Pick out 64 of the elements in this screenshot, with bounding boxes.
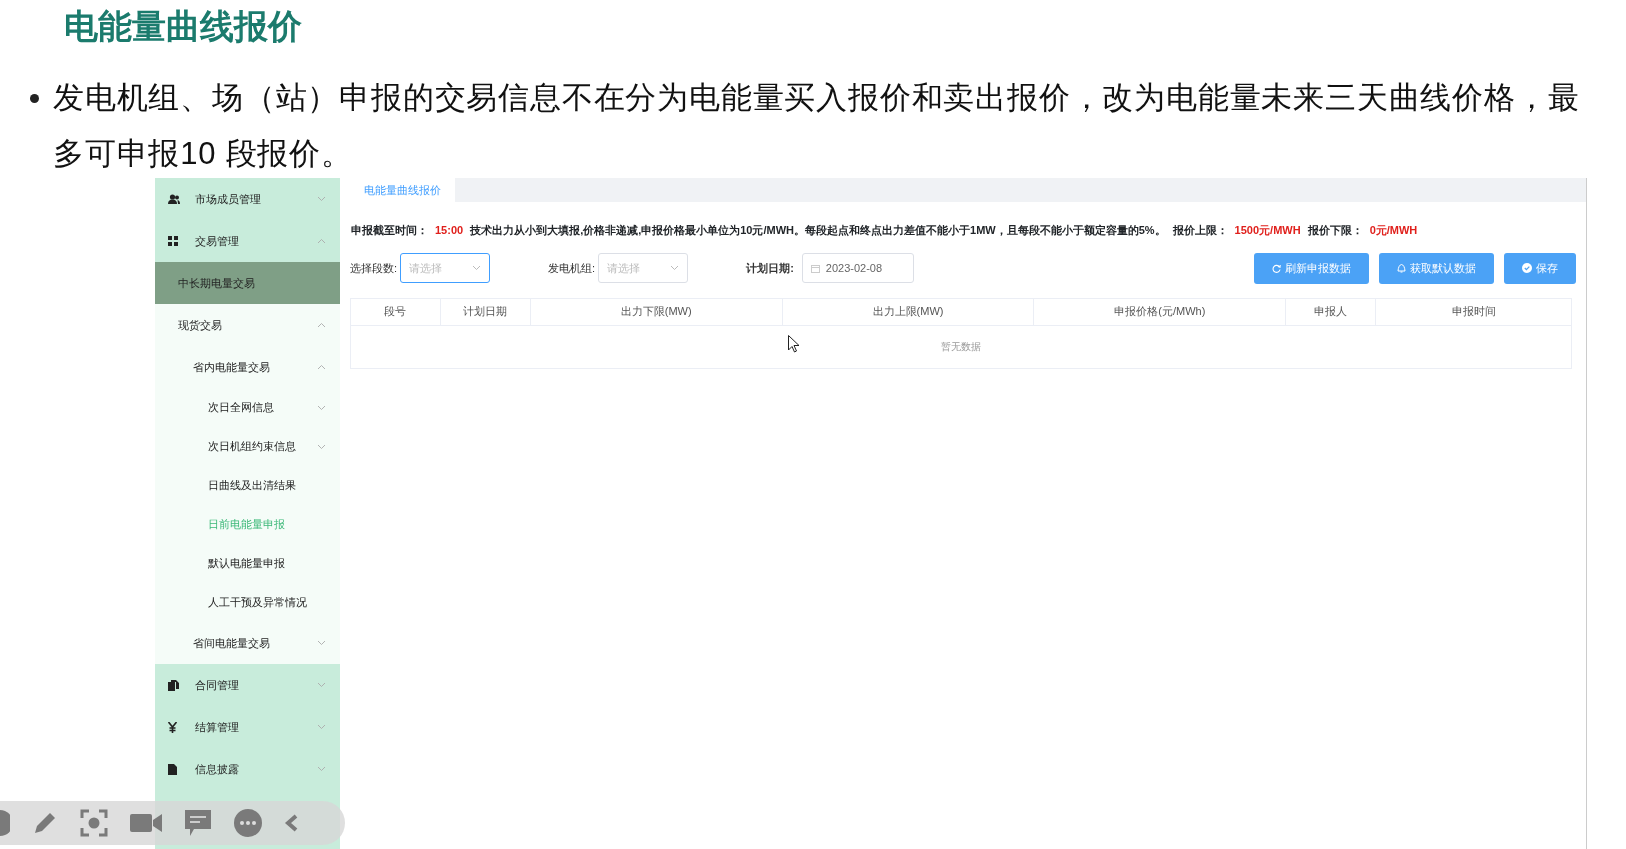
notice-value: 1500元/MWH <box>1234 223 1301 238</box>
field-label: 选择段数: <box>350 260 398 276</box>
bullet-icon <box>30 94 39 103</box>
column-header: 出力上限(MW) <box>782 298 1034 325</box>
sidebar-item[interactable]: 信息披露 <box>155 748 340 790</box>
chevron-down-icon <box>317 404 326 411</box>
chevron-down-icon <box>317 640 326 646</box>
chevron-down-icon <box>472 265 482 271</box>
pencil-icon[interactable] <box>32 810 58 836</box>
users-icon <box>168 194 180 204</box>
chevron-up-icon <box>317 322 326 328</box>
notice-value: 0元/MWH <box>1369 223 1418 238</box>
sidebar-item[interactable]: 省间电能量交易 <box>155 622 340 664</box>
column-header: 申报价格(元/MWh) <box>1033 298 1286 325</box>
chevron-down-icon <box>317 443 326 450</box>
chevron-down-icon <box>317 196 326 202</box>
column-header: 出力下限(MW) <box>530 298 783 325</box>
cursor-icon <box>788 335 800 353</box>
chevron-down-icon <box>317 724 326 730</box>
slide-title: 电能量曲线报价 <box>64 6 303 47</box>
more-icon[interactable] <box>234 809 262 837</box>
sidebar-item[interactable]: 省内电能量交易 <box>155 346 340 388</box>
sidebar-item[interactable]: 次日全网信息 <box>155 388 340 427</box>
date-field[interactable]: 2023-02-08 <box>801 253 914 283</box>
sidebar-item[interactable]: 默认电能量申报 <box>155 544 340 583</box>
sidebar-item[interactable]: 合同管理 <box>155 664 340 706</box>
column-header: 计划日期 <box>440 298 531 325</box>
notice-text: 报价下限： <box>1307 223 1363 238</box>
document-icon <box>168 763 177 775</box>
notice-value: 15:00 <box>435 223 464 238</box>
sidebar-item[interactable]: 人工干预及异常情况 <box>155 583 340 622</box>
field-label: 计划日期: <box>746 260 794 276</box>
refresh-icon <box>1272 263 1281 273</box>
chevron-down-icon <box>670 265 680 271</box>
chevron-up-icon <box>317 364 326 370</box>
column-header: 申报人 <box>1285 298 1376 325</box>
chevron-down-icon <box>317 766 326 772</box>
bell-icon <box>1397 263 1406 273</box>
check-circle-icon <box>1522 263 1532 273</box>
sidebar-item[interactable]: 交易管理 <box>155 220 340 262</box>
sidebar-item[interactable]: 现货交易 <box>155 304 340 346</box>
sidebar-item[interactable]: 结算管理 <box>155 706 340 748</box>
column-header: 段号 <box>350 298 441 325</box>
focus-icon[interactable] <box>80 809 108 837</box>
notice-text: 技术出力从小到大填报,价格非递减,申报价格最小单位为10元/MWH。每段起点和终点出力差值不能小于1MW，且每段不能小于额定容量的5%。 <box>470 223 1166 238</box>
copy-icon <box>168 679 179 691</box>
chevron-left-icon[interactable] <box>284 814 300 832</box>
sidebar-item[interactable]: 中长期电量交易 <box>155 262 340 304</box>
yen-icon <box>168 721 177 733</box>
sidebar-item[interactable]: 次日机组约束信息 <box>155 427 340 466</box>
calendar-icon <box>810 263 820 273</box>
comment-icon[interactable] <box>184 809 212 837</box>
column-header: 申报时间 <box>1375 298 1572 325</box>
bullet-text: 发电机组、场（站）申报的交易信息不在分为电能量买入报价和卖出报价，改为电能量未来三天曲线价格，最多可申报10 段报价。 <box>53 79 1581 173</box>
video-camera-icon[interactable] <box>130 812 162 834</box>
notice-text: 申报截至时间： <box>351 223 428 238</box>
chevron-down-icon <box>317 682 326 688</box>
grid-icon <box>168 236 178 246</box>
field-label: 发电机组: <box>548 260 596 276</box>
sidebar-item[interactable]: 日曲线及出清结果 <box>155 466 340 505</box>
notice-text: 报价上限： <box>1172 223 1228 238</box>
sidebar-item[interactable]: 市场成员管理 <box>155 178 340 220</box>
chevron-up-icon <box>317 238 326 244</box>
empty-text: 暂无数据 <box>941 341 981 352</box>
